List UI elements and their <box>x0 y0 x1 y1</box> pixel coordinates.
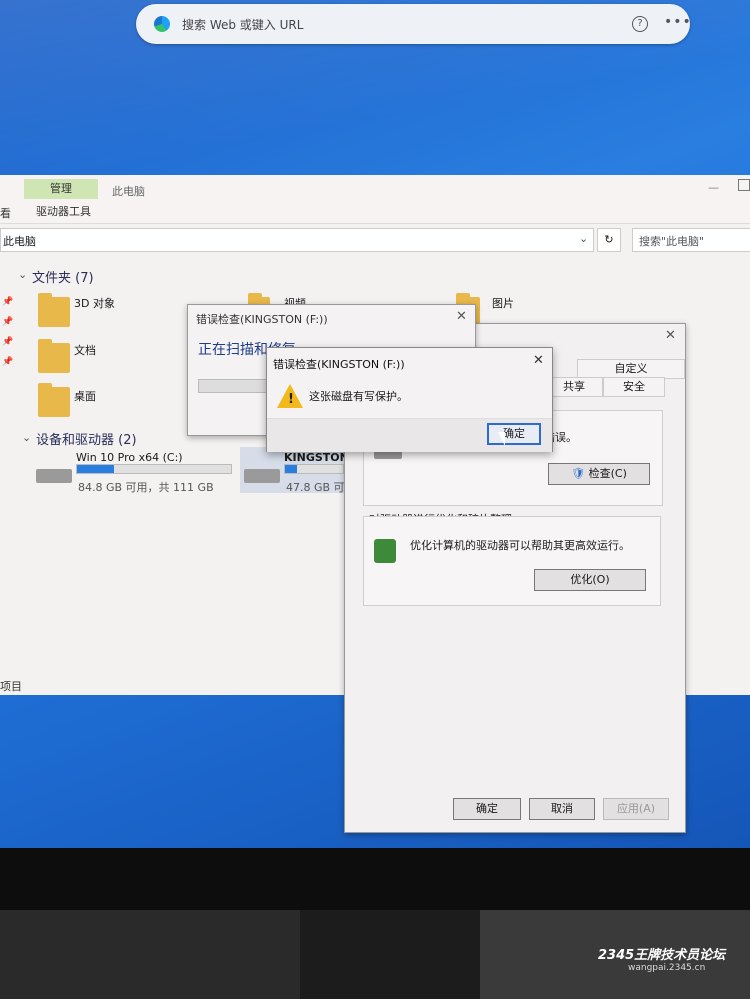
folder-pictures-label[interactable]: 图片 <box>492 295 514 311</box>
monitor-bezel <box>0 848 750 910</box>
folder-documents-label[interactable]: 文档 <box>74 342 96 358</box>
tab-drive-tools[interactable]: 驱动器工具 <box>36 203 91 219</box>
alert-message: 这张磁盘有写保护。 <box>309 390 408 403</box>
refresh-icon[interactable]: ↻ <box>597 228 621 252</box>
desk-surface <box>0 910 300 999</box>
alert-footer: 确定 <box>267 418 552 452</box>
drive-c-name[interactable]: Win 10 Pro x64 (C:) <box>76 451 183 464</box>
folder-3d-icon <box>38 293 70 327</box>
ribbon: 管理 此电脑 看 驱动器工具 — <box>0 175 750 224</box>
folder-3d-label[interactable]: 3D 对象 <box>74 295 115 311</box>
chevron-down-icon[interactable]: ⌄ <box>579 232 588 245</box>
folder-desktop-label[interactable]: 桌面 <box>74 388 96 404</box>
ok-button[interactable]: 确定 <box>453 798 521 820</box>
window-title: 此电脑 <box>112 185 145 198</box>
pin-icon: 📌 <box>2 337 14 347</box>
pin-icon: 📌 <box>2 297 14 307</box>
folder-documents-icon <box>38 339 70 373</box>
drive-c-usage-fill <box>77 465 114 473</box>
scan-dialog-title: 错误检查(KINGSTON (F:)) <box>196 313 328 326</box>
shield-icon: 🛡 <box>571 467 586 480</box>
browser-address-bar[interactable]: 搜索 Web 或键入 URL ? ••• <box>136 4 692 44</box>
optimize-group: 优化计算机的驱动器可以帮助其更高效运行。 优化(O) <box>363 516 661 606</box>
close-icon[interactable]: ✕ <box>456 309 467 324</box>
tab-security[interactable]: 安全 <box>603 377 665 397</box>
cancel-button[interactable]: 取消 <box>529 798 595 820</box>
tab-customize[interactable]: 自定义 <box>577 359 685 379</box>
optimize-text: 优化计算机的驱动器可以帮助其更高效运行。 <box>410 539 630 552</box>
status-bar: 项目 <box>0 680 22 693</box>
check-button-label: 检查(C) <box>588 467 627 480</box>
drive-f-usage-fill <box>285 465 297 473</box>
pin-icon: 📌 <box>2 317 14 327</box>
drive-c-space: 84.8 GB 可用，共 111 GB <box>78 481 214 494</box>
apply-button[interactable]: 应用(A) <box>603 798 669 820</box>
monitor-stand <box>300 910 480 999</box>
pin-icon: 📌 <box>2 357 14 367</box>
url-placeholder[interactable]: 搜索 Web 或键入 URL <box>182 16 303 33</box>
check-button[interactable]: 🛡 检查(C) <box>548 463 650 485</box>
warning-mark: ! <box>288 392 294 407</box>
alert-ok-button[interactable]: 确定 <box>487 423 541 445</box>
close-icon[interactable]: ✕ <box>533 353 544 368</box>
collapse-icon[interactable]: ⌄ <box>18 268 27 281</box>
drive-c-usage-bar <box>76 464 232 474</box>
scan-progress-bar <box>198 379 270 393</box>
edge-icon <box>154 16 170 32</box>
watermark: 2345王牌技术员论坛 wangpai.2345.cn <box>558 944 725 973</box>
address-bar[interactable]: 此电脑 ⌄ <box>0 228 594 252</box>
windows-drive-icon <box>36 469 72 483</box>
tab-manage[interactable]: 管理 <box>24 179 98 199</box>
tab-view[interactable]: 看 <box>0 205 11 221</box>
optimize-button[interactable]: 优化(O) <box>534 569 646 591</box>
minimize-icon[interactable]: — <box>708 181 719 194</box>
folder-desktop-icon <box>38 383 70 417</box>
mouse-cursor <box>498 432 505 446</box>
section-folders[interactable]: 文件夹 (7) <box>32 267 94 286</box>
drive-f-name[interactable]: KINGSTON <box>284 451 349 464</box>
watermark-brand: 2345王牌技术员论坛 <box>598 948 726 963</box>
close-icon[interactable]: ✕ <box>665 328 676 343</box>
defrag-icon <box>374 539 396 563</box>
watermark-site: wangpai.2345.cn <box>628 963 706 973</box>
address-text: 此电脑 <box>3 235 36 248</box>
search-placeholder: 搜索"此电脑" <box>639 235 705 248</box>
help-icon[interactable]: ? <box>632 16 648 32</box>
drive-f-usage-bar <box>284 464 344 474</box>
write-protect-alert: 错误检查(KINGSTON (F:)) ✕ ! 这张磁盘有写保护。 确定 <box>266 347 553 452</box>
alert-title: 错误检查(KINGSTON (F:)) <box>273 358 405 371</box>
tab-sharing[interactable]: 共享 <box>545 377 603 397</box>
usb-drive-icon <box>244 469 280 483</box>
more-icon[interactable]: ••• <box>664 14 692 30</box>
collapse-icon[interactable]: ⌄ <box>22 431 31 444</box>
search-input[interactable]: 搜索"此电脑" <box>632 228 750 252</box>
section-devices[interactable]: 设备和驱动器 (2) <box>36 429 137 448</box>
maximize-icon[interactable] <box>738 179 750 191</box>
